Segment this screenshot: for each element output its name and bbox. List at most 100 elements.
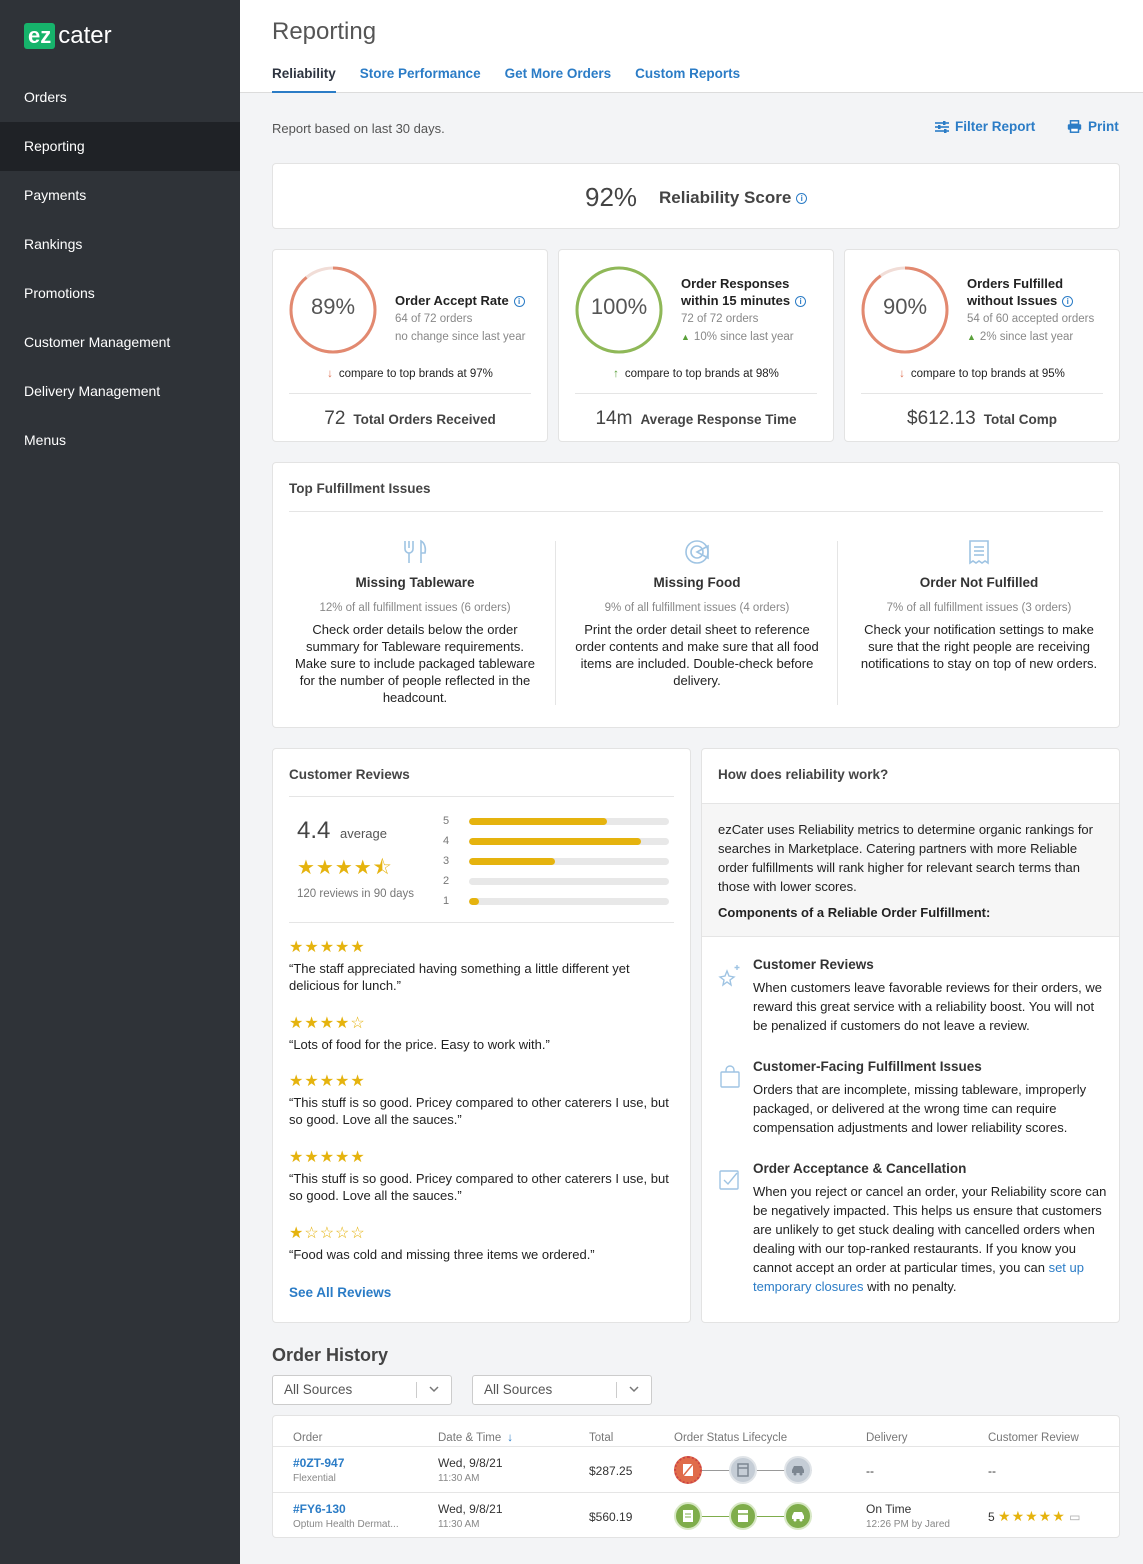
accept-rate-compare: ↓ compare to top brands at 97% (273, 368, 547, 380)
customer-review-value: 5 (988, 1510, 995, 1524)
ezcater-logo[interactable]: ez cater (24, 22, 112, 50)
review-text: “This stuff is so good. Pricey compared … (289, 1095, 669, 1127)
filter-sliders-icon (935, 120, 949, 133)
rating-bar-fill (469, 897, 479, 905)
sidebar-item-promotions[interactable]: Promotions (0, 269, 240, 318)
comment-icon[interactable]: ▭ (1069, 1510, 1080, 1524)
order-id-link[interactable]: #FY6-130 (293, 1502, 399, 1516)
metric-card-accept-rate: 89% Order Accept Rate i 64 of 72 orders n… (272, 249, 548, 442)
lifecycle-accepted-icon[interactable] (674, 1502, 702, 1530)
average-rating-value: 4.4 (297, 817, 331, 844)
metric-card-fulfilled: 90% Orders Fulfilled without Issues i 54 o… (844, 249, 1120, 442)
response-sub: 72 of 72 orders (681, 313, 759, 325)
tab-get-more-orders[interactable]: Get More Orders (505, 66, 612, 93)
review-stars: ★★★★★ (289, 939, 366, 956)
tab-custom-reports[interactable]: Custom Reports (635, 66, 740, 93)
rating-bar-track (469, 897, 669, 905)
lifecycle-delivery-car-icon[interactable] (784, 1456, 812, 1484)
accept-rate-title-text: Order Accept Rate (395, 293, 509, 308)
fulfilled-trend: ▲ 2% since last year (967, 331, 1073, 343)
divider (837, 541, 838, 705)
sidebar-item-customer-management[interactable]: Customer Management (0, 318, 240, 367)
component-desc-text-end: with no penalty. (867, 1279, 957, 1294)
lifecycle-delivery-car-icon[interactable] (784, 1502, 812, 1530)
arrow-up-icon: ↑ (613, 368, 619, 380)
sidebar-item-orders[interactable]: Orders (0, 73, 240, 122)
order-time: 11:30 AM (438, 1473, 480, 1484)
table-row-date: Wed, 9/8/21 11:30 AM (438, 1502, 503, 1530)
sidebar-item-rankings[interactable]: Rankings (0, 220, 240, 269)
info-icon[interactable]: i (796, 193, 808, 205)
print-button[interactable]: Print (1067, 119, 1119, 134)
customer-review-value: -- (988, 1464, 996, 1478)
reliability-score-label: Reliability Score i (659, 188, 808, 208)
component-desc: When customers leave favorable reviews f… (753, 980, 1102, 1033)
rating-bar-4: 4 (443, 835, 669, 847)
tab-reliability[interactable]: Reliability (272, 66, 336, 93)
delivery-status: -- (866, 1464, 874, 1478)
info-icon[interactable]: i (513, 296, 525, 308)
select-value: All Sources (284, 1382, 353, 1397)
rating-bar-fill (469, 817, 607, 825)
info-icon[interactable]: i (795, 296, 807, 308)
rating-bar-label: 4 (443, 835, 450, 847)
order-total: $287.25 (589, 1464, 633, 1478)
fulfilled-title-line1: Orders Fulfilled (967, 276, 1064, 291)
rating-bar-2: 2 (443, 875, 669, 887)
fulfilled-percent: 90% (882, 294, 928, 319)
printer-icon (1067, 120, 1082, 133)
column-header-order[interactable]: Order (293, 1432, 322, 1444)
fulfilled-sub: 54 of 60 accepted orders (967, 313, 1095, 325)
component-fulfillment-issues: Customer-Facing Fulfillment Issues Order… (718, 1059, 1108, 1137)
sidebar-item-delivery-management[interactable]: Delivery Management (0, 367, 240, 416)
review-item: ★★★★☆ “Lots of food for the price. Easy t… (289, 1013, 679, 1053)
receipt-icon (969, 540, 989, 565)
issue-sub: 9% of all fulfillment issues (4 orders) (604, 602, 790, 614)
sidebar-item-menus[interactable]: Menus (0, 416, 240, 465)
issue-order-not-fulfilled: Order Not Fulfilled 7% of all fulfillmen… (847, 539, 1111, 672)
accept-rate-title: Order Accept Rate i (395, 292, 525, 309)
fulfillment-issues-title: Top Fulfillment Issues (289, 481, 431, 496)
accept-rate-percent: 89% (310, 294, 356, 319)
trend-up-icon: ▲ (967, 332, 976, 342)
filter-report-button[interactable]: Filter Report (935, 119, 1035, 134)
column-header-total[interactable]: Total (589, 1432, 613, 1444)
lifecycle-rejected-icon[interactable] (674, 1456, 702, 1484)
fulfilled-compare: ↓ compare to top brands at 95% (845, 368, 1119, 380)
lifecycle-confirm-icon[interactable] (729, 1502, 757, 1530)
review-item: ★★★★★ “The staff appreciated having somet… (289, 937, 679, 994)
component-desc: Orders that are incomplete, missing tabl… (753, 1082, 1087, 1135)
accept-rate-compare-text: compare to top brands at 97% (338, 368, 493, 380)
lifecycle-confirm-icon[interactable] (729, 1456, 757, 1484)
rating-bar-label: 3 (443, 855, 450, 867)
see-all-reviews-link[interactable]: See All Reviews (289, 1285, 391, 1300)
logo-cater: cater (58, 22, 112, 49)
delivery-time: 12:26 PM by Jared (866, 1519, 950, 1530)
rating-bar-track (469, 837, 669, 845)
rating-bar-label: 2 (443, 875, 450, 887)
page-title: Reporting (272, 18, 377, 45)
arrow-down-icon: ↓ (899, 368, 905, 380)
order-id-link[interactable]: #0ZT-947 (293, 1456, 344, 1470)
issue-sub: 12% of all fulfillment issues (6 orders) (319, 602, 511, 614)
rating-bar-label: 5 (443, 815, 450, 827)
tab-store-performance[interactable]: Store Performance (360, 66, 481, 93)
source-filter-select-1[interactable]: All Sources (272, 1375, 452, 1405)
review-stars: ★★★★★ (289, 1149, 366, 1166)
reliability-score-text: Reliability Score (659, 188, 792, 207)
reliability-score-card: 92% Reliability Score i (272, 163, 1120, 229)
review-stars: ★★★★★ (998, 1508, 1066, 1524)
info-icon[interactable]: i (1062, 296, 1074, 308)
checkbox-icon (719, 1170, 739, 1190)
order-total: $560.19 (589, 1510, 633, 1524)
order-history-table: Order Date & Time ↓ Total Order Status Li… (272, 1415, 1120, 1538)
components-heading: Components of a Reliable Order Fulfillme… (718, 905, 991, 920)
column-header-date-text: Date & Time (438, 1432, 502, 1444)
accept-rate-footer: 72 Total Orders Received (273, 408, 547, 430)
source-filter-select-2[interactable]: All Sources (472, 1375, 652, 1405)
sidebar-item-payments[interactable]: Payments (0, 171, 240, 220)
divider (273, 1446, 1119, 1447)
report-period-note: Report based on last 30 days. (272, 121, 445, 136)
sidebar-item-reporting[interactable]: Reporting (0, 122, 240, 171)
column-header-date[interactable]: Date & Time ↓ (438, 1432, 513, 1444)
